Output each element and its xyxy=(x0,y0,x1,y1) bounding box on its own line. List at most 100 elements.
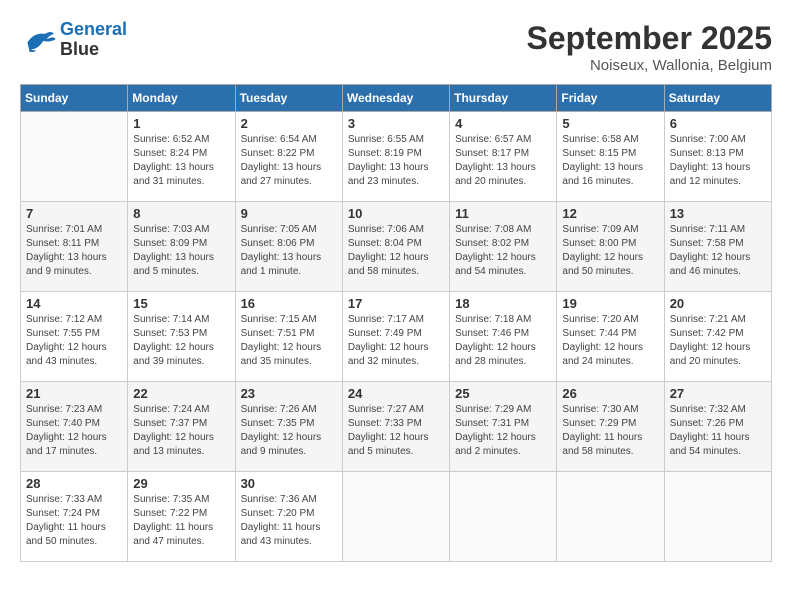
day-info: Sunrise: 7:32 AM Sunset: 7:26 PM Dayligh… xyxy=(670,403,766,459)
calendar-cell: 2Sunrise: 6:54 AM Sunset: 8:22 PM Daylig… xyxy=(235,112,342,202)
day-number: 7 xyxy=(26,206,122,221)
day-info: Sunrise: 7:08 AM Sunset: 8:02 PM Dayligh… xyxy=(455,223,551,279)
calendar-cell: 6 Sunrise: 7:00 AM Sunset: 8:13 PM Daylig… xyxy=(664,112,771,202)
day-info: Sunrise: 6:58 AM Sunset: 8:15 PM Dayligh… xyxy=(562,133,658,189)
day-info: Sunrise: 7:17 AM Sunset: 7:49 PM Dayligh… xyxy=(348,313,444,369)
day-number: 1 xyxy=(133,116,229,131)
day-number: 12 xyxy=(562,206,658,221)
calendar-week-row: 1 Sunrise: 6:52 AM Sunset: 8:24 PM Daylig… xyxy=(21,112,772,202)
calendar-week-row: 28 Sunrise: 7:33 AM Sunset: 7:24 PM Dayli… xyxy=(21,472,772,562)
calendar-cell: 13 Sunrise: 7:11 AM Sunset: 7:58 PM Dayli… xyxy=(664,202,771,292)
day-of-week-header: Friday xyxy=(557,85,664,112)
day-number: 21 xyxy=(26,386,122,401)
day-number: 20 xyxy=(670,296,766,311)
day-info: Sunrise: 7:03 AM Sunset: 8:09 PM Dayligh… xyxy=(133,223,229,279)
day-number: 27 xyxy=(670,386,766,401)
day-number: 18 xyxy=(455,296,551,311)
day-info: Sunrise: 6:52 AM Sunset: 8:24 PM Dayligh… xyxy=(133,133,229,189)
day-number: 26 xyxy=(562,386,658,401)
calendar-cell xyxy=(21,112,128,202)
day-info: Sunrise: 7:06 AM Sunset: 8:04 PM Dayligh… xyxy=(348,223,444,279)
day-info: Sunrise: 7:12 AM Sunset: 7:55 PM Dayligh… xyxy=(26,313,122,369)
calendar-cell: 17 Sunrise: 7:17 AM Sunset: 7:49 PM Dayli… xyxy=(342,292,449,382)
calendar-cell: 22Sunrise: 7:24 AM Sunset: 7:37 PM Dayli… xyxy=(128,382,235,472)
day-number: 5 xyxy=(562,116,658,131)
calendar-cell xyxy=(557,472,664,562)
day-number: 28 xyxy=(26,476,122,491)
calendar-cell: 8 Sunrise: 7:03 AM Sunset: 8:09 PM Daylig… xyxy=(128,202,235,292)
logo: General Blue xyxy=(20,20,127,60)
calendar-cell: 21Sunrise: 7:23 AM Sunset: 7:40 PM Dayli… xyxy=(21,382,128,472)
calendar-cell: 30 Sunrise: 7:36 AM Sunset: 7:20 PM Dayli… xyxy=(235,472,342,562)
calendar-cell: 4 Sunrise: 6:57 AM Sunset: 8:17 PM Daylig… xyxy=(450,112,557,202)
day-info: Sunrise: 7:18 AM Sunset: 7:46 PM Dayligh… xyxy=(455,313,551,369)
day-info: Sunrise: 6:54 AM Sunset: 8:22 PM Dayligh… xyxy=(241,133,337,189)
calendar-cell: 11 Sunrise: 7:08 AM Sunset: 8:02 PM Dayli… xyxy=(450,202,557,292)
day-info: Sunrise: 7:11 AM Sunset: 7:58 PM Dayligh… xyxy=(670,223,766,279)
day-info: Sunrise: 7:20 AM Sunset: 7:44 PM Dayligh… xyxy=(562,313,658,369)
day-info: Sunrise: 7:36 AM Sunset: 7:20 PM Dayligh… xyxy=(241,493,337,549)
calendar-cell: 12 Sunrise: 7:09 AM Sunset: 8:00 PM Dayli… xyxy=(557,202,664,292)
calendar-cell: 23 Sunrise: 7:26 AM Sunset: 7:35 PM Dayli… xyxy=(235,382,342,472)
day-number: 10 xyxy=(348,206,444,221)
calendar-table: SundayMondayTuesdayWednesdayThursdayFrid… xyxy=(20,84,772,562)
calendar-cell: 16 Sunrise: 7:15 AM Sunset: 7:51 PM Dayli… xyxy=(235,292,342,382)
day-of-week-header: Sunday xyxy=(21,85,128,112)
day-number: 22 xyxy=(133,386,229,401)
calendar-cell: 26Sunrise: 7:30 AM Sunset: 7:29 PM Dayli… xyxy=(557,382,664,472)
day-info: Sunrise: 7:00 AM Sunset: 8:13 PM Dayligh… xyxy=(670,133,766,189)
calendar-cell xyxy=(664,472,771,562)
day-number: 25 xyxy=(455,386,551,401)
day-number: 9 xyxy=(241,206,337,221)
day-number: 4 xyxy=(455,116,551,131)
day-number: 14 xyxy=(26,296,122,311)
day-of-week-header: Monday xyxy=(128,85,235,112)
day-info: Sunrise: 7:15 AM Sunset: 7:51 PM Dayligh… xyxy=(241,313,337,369)
calendar-cell: 7Sunrise: 7:01 AM Sunset: 8:11 PM Daylig… xyxy=(21,202,128,292)
calendar-week-row: 14 Sunrise: 7:12 AM Sunset: 7:55 PM Dayli… xyxy=(21,292,772,382)
day-of-week-header: Saturday xyxy=(664,85,771,112)
day-info: Sunrise: 7:09 AM Sunset: 8:00 PM Dayligh… xyxy=(562,223,658,279)
day-info: Sunrise: 7:27 AM Sunset: 7:33 PM Dayligh… xyxy=(348,403,444,459)
calendar-week-row: 21Sunrise: 7:23 AM Sunset: 7:40 PM Dayli… xyxy=(21,382,772,472)
calendar-cell: 24 Sunrise: 7:27 AM Sunset: 7:33 PM Dayli… xyxy=(342,382,449,472)
days-header-row: SundayMondayTuesdayWednesdayThursdayFrid… xyxy=(21,85,772,112)
calendar-cell: 29Sunrise: 7:35 AM Sunset: 7:22 PM Dayli… xyxy=(128,472,235,562)
calendar-cell: 9Sunrise: 7:05 AM Sunset: 8:06 PM Daylig… xyxy=(235,202,342,292)
day-number: 17 xyxy=(348,296,444,311)
calendar-cell: 15Sunrise: 7:14 AM Sunset: 7:53 PM Dayli… xyxy=(128,292,235,382)
day-number: 3 xyxy=(348,116,444,131)
day-number: 29 xyxy=(133,476,229,491)
day-info: Sunrise: 6:57 AM Sunset: 8:17 PM Dayligh… xyxy=(455,133,551,189)
day-number: 19 xyxy=(562,296,658,311)
day-number: 15 xyxy=(133,296,229,311)
calendar-cell xyxy=(342,472,449,562)
day-of-week-header: Tuesday xyxy=(235,85,342,112)
calendar-cell: 25 Sunrise: 7:29 AM Sunset: 7:31 PM Dayli… xyxy=(450,382,557,472)
day-number: 30 xyxy=(241,476,337,491)
day-number: 23 xyxy=(241,386,337,401)
day-info: Sunrise: 7:26 AM Sunset: 7:35 PM Dayligh… xyxy=(241,403,337,459)
month-title: September 2025 xyxy=(527,20,772,57)
day-number: 8 xyxy=(133,206,229,221)
day-of-week-header: Wednesday xyxy=(342,85,449,112)
location: Noiseux, Wallonia, Belgium xyxy=(527,57,772,74)
day-info: Sunrise: 6:55 AM Sunset: 8:19 PM Dayligh… xyxy=(348,133,444,189)
day-info: Sunrise: 7:33 AM Sunset: 7:24 PM Dayligh… xyxy=(26,493,122,549)
calendar-cell: 20 Sunrise: 7:21 AM Sunset: 7:42 PM Dayli… xyxy=(664,292,771,382)
day-info: Sunrise: 7:21 AM Sunset: 7:42 PM Dayligh… xyxy=(670,313,766,369)
day-info: Sunrise: 7:29 AM Sunset: 7:31 PM Dayligh… xyxy=(455,403,551,459)
day-number: 11 xyxy=(455,206,551,221)
day-number: 6 xyxy=(670,116,766,131)
calendar-cell: 27 Sunrise: 7:32 AM Sunset: 7:26 PM Dayli… xyxy=(664,382,771,472)
calendar-cell: 1 Sunrise: 6:52 AM Sunset: 8:24 PM Daylig… xyxy=(128,112,235,202)
day-number: 13 xyxy=(670,206,766,221)
calendar-week-row: 7Sunrise: 7:01 AM Sunset: 8:11 PM Daylig… xyxy=(21,202,772,292)
page-header: General Blue September 2025 Noiseux, Wal… xyxy=(20,20,772,74)
calendar-cell: 10 Sunrise: 7:06 AM Sunset: 8:04 PM Dayli… xyxy=(342,202,449,292)
day-number: 24 xyxy=(348,386,444,401)
calendar-cell xyxy=(450,472,557,562)
calendar-cell: 3 Sunrise: 6:55 AM Sunset: 8:19 PM Daylig… xyxy=(342,112,449,202)
day-number: 16 xyxy=(241,296,337,311)
logo-icon xyxy=(20,25,56,55)
